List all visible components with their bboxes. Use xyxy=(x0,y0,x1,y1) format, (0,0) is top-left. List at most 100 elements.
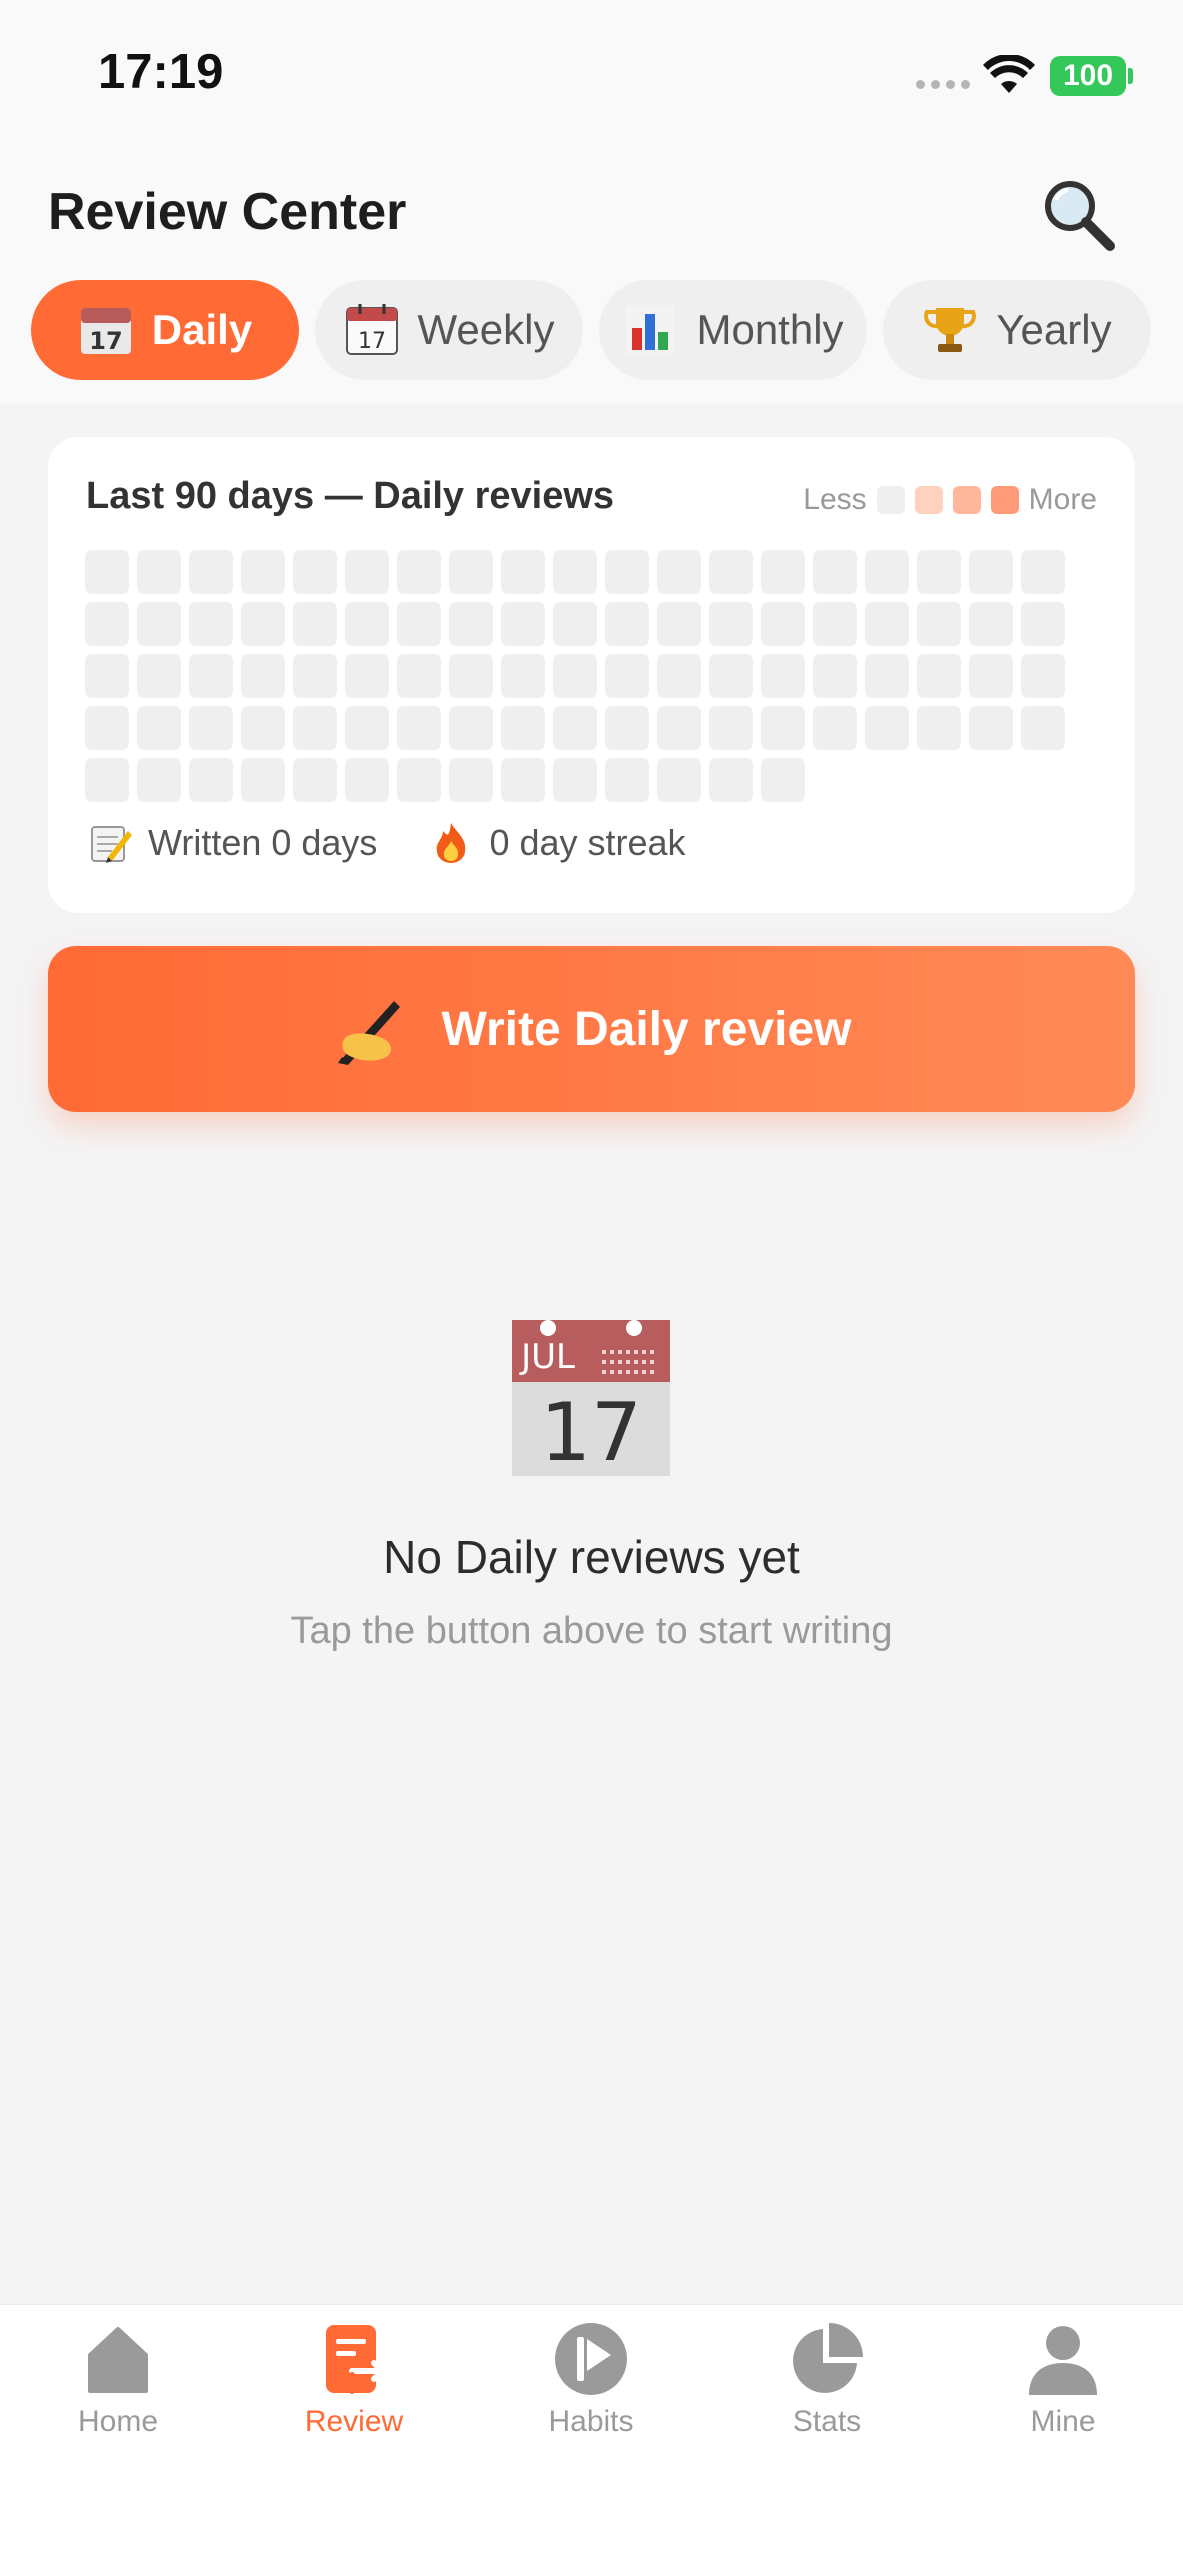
heatmap-day-cell xyxy=(449,706,493,750)
calendar-jul-17-icon: JUL 17 xyxy=(512,1320,670,1476)
heatmap-day-cell xyxy=(449,550,493,594)
heatmap-day-cell xyxy=(241,654,285,698)
heatmap-day-cell xyxy=(657,758,701,802)
heatmap-legend: Less More xyxy=(803,483,1097,517)
heatmap-day-cell xyxy=(137,706,181,750)
streak-stat: 0 day streak xyxy=(429,821,686,865)
tab-monthly[interactable]: Monthly xyxy=(599,280,867,380)
heatmap-day-cell xyxy=(85,550,129,594)
heatmap-day-cell xyxy=(293,550,337,594)
tab-monthly-label: Monthly xyxy=(696,306,844,353)
nav-habits[interactable]: Habits xyxy=(491,2321,691,2461)
heatmap-day-cell xyxy=(761,758,805,802)
heatmap-day-cell xyxy=(969,706,1013,750)
nav-mine[interactable]: Mine xyxy=(963,2321,1163,2461)
heatmap-day-cell xyxy=(397,706,441,750)
heatmap-day-cell xyxy=(917,654,961,698)
tab-yearly-label: Yearly xyxy=(996,306,1112,353)
write-button-label: Write Daily review xyxy=(441,1002,852,1056)
heatmap-day-cell xyxy=(85,654,129,698)
review-period-tabs: 17 Daily 17 Weekly Monthly Yearly xyxy=(31,280,1153,380)
home-icon xyxy=(88,2327,148,2393)
tab-weekly[interactable]: 17 Weekly xyxy=(315,280,583,380)
write-daily-review-button[interactable]: Write Daily review xyxy=(48,946,1135,1112)
magnifier-icon[interactable] xyxy=(1040,176,1118,254)
fire-icon xyxy=(437,823,466,863)
heatmap-day-cell xyxy=(917,602,961,646)
heatmap-grid xyxy=(85,550,1105,802)
legend-more-label: More xyxy=(1028,483,1097,516)
cellular-signal-icon xyxy=(916,80,970,89)
heatmap-day-cell xyxy=(657,706,701,750)
heatmap-day-cell xyxy=(293,706,337,750)
legend-swatch xyxy=(952,486,981,514)
heatmap-day-cell xyxy=(397,550,441,594)
heatmap-day-cell xyxy=(865,706,909,750)
heatmap-day-cell xyxy=(605,602,649,646)
writing-hand-icon xyxy=(337,1001,400,1065)
heatmap-day-cell xyxy=(813,654,857,698)
heatmap-day-cell xyxy=(189,550,233,594)
heatmap-day-cell xyxy=(449,654,493,698)
heatmap-day-cell xyxy=(345,706,389,750)
review-center-screen: 17:19 100 Review Center 17 Daily 17 Week… xyxy=(0,0,1183,2560)
heatmap-day-cell xyxy=(189,602,233,646)
heatmap-day-cell xyxy=(293,654,337,698)
heatmap-day-cell xyxy=(189,758,233,802)
nav-stats-label: Stats xyxy=(792,2405,862,2438)
page-title: Review Center xyxy=(48,183,407,241)
heatmap-day-cell xyxy=(813,602,857,646)
heatmap-day-cell xyxy=(969,602,1013,646)
heatmap-day-cell xyxy=(1021,706,1065,750)
heatmap-day-cell xyxy=(865,550,909,594)
written-days-stat: Written 0 days xyxy=(88,821,377,865)
heatmap-day-cell xyxy=(865,602,909,646)
nav-mine-label: Mine xyxy=(1030,2405,1096,2438)
heatmap-day-cell xyxy=(501,550,545,594)
heatmap-day-cell xyxy=(709,654,753,698)
heatmap-day-cell xyxy=(137,758,181,802)
heatmap-day-cell xyxy=(241,550,285,594)
heatmap-day-cell xyxy=(189,654,233,698)
heatmap-day-cell xyxy=(657,602,701,646)
heatmap-day-cell xyxy=(449,758,493,802)
status-bar: 17:19 100 xyxy=(0,0,1183,150)
heatmap-day-cell xyxy=(657,654,701,698)
heatmap-day-cell xyxy=(761,706,805,750)
calendar-day: 17 xyxy=(540,1386,642,1476)
heatmap-day-cell xyxy=(241,758,285,802)
wifi-icon xyxy=(983,55,1035,93)
heatmap-day-cell xyxy=(293,758,337,802)
heatmap-day-cell xyxy=(605,550,649,594)
heatmap-day-cell xyxy=(657,550,701,594)
heatmap-day-cell xyxy=(501,602,545,646)
heatmap-day-cell xyxy=(85,758,129,802)
heatmap-day-cell xyxy=(137,550,181,594)
nav-home[interactable]: Home xyxy=(18,2321,218,2461)
daily-calendar-icon: 17 xyxy=(80,308,131,355)
nav-review[interactable]: Review xyxy=(254,2321,454,2461)
heatmap-day-cell xyxy=(501,654,545,698)
tab-weekly-label: Weekly xyxy=(417,306,555,353)
heatmap-day-cell xyxy=(917,706,961,750)
person-icon xyxy=(1029,2326,1097,2395)
heatmap-day-cell xyxy=(1021,602,1065,646)
tab-daily[interactable]: 17 Daily xyxy=(31,280,299,380)
heatmap-day-cell xyxy=(813,706,857,750)
tab-yearly[interactable]: Yearly xyxy=(883,280,1151,380)
heatmap-day-cell xyxy=(397,602,441,646)
heatmap-day-cell xyxy=(709,550,753,594)
legend-less-label: Less xyxy=(803,483,867,516)
heatmap-day-cell xyxy=(397,654,441,698)
svg-text:17: 17 xyxy=(358,329,386,354)
heatmap-day-cell xyxy=(501,758,545,802)
nav-stats[interactable]: Stats xyxy=(727,2321,927,2461)
heatmap-day-cell xyxy=(345,602,389,646)
weekly-calendar-icon: 17 xyxy=(345,304,398,355)
heatmap-day-cell xyxy=(709,706,753,750)
heatmap-day-cell xyxy=(189,706,233,750)
heatmap-day-cell xyxy=(553,654,597,698)
heatmap-stats: Written 0 days 0 day streak xyxy=(88,821,686,865)
header: 17:19 100 Review Center 17 Daily 17 Week… xyxy=(0,0,1183,404)
heatmap-day-cell xyxy=(969,550,1013,594)
